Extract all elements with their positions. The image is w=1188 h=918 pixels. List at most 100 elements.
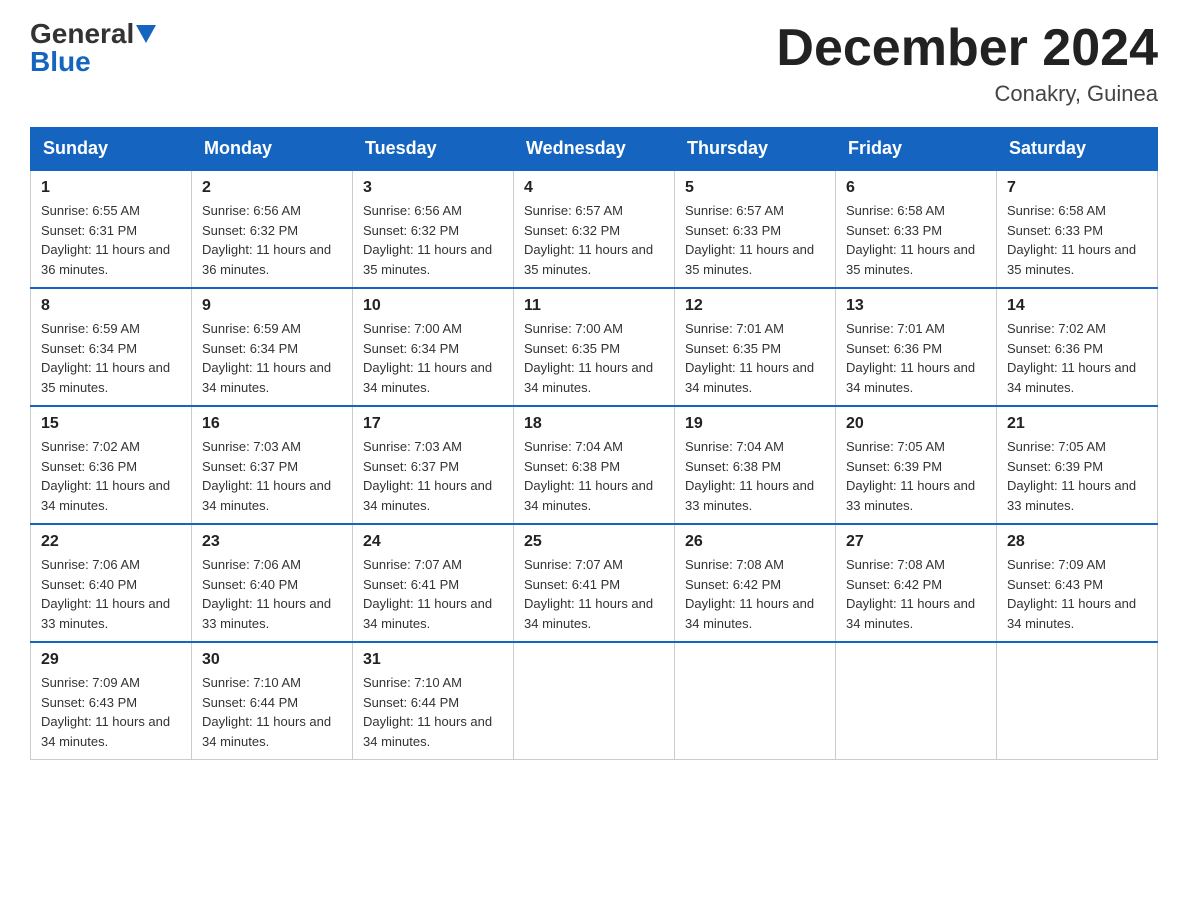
day-info: Sunrise: 6:59 AMSunset: 6:34 PMDaylight:…	[202, 321, 331, 395]
day-cell: 15 Sunrise: 7:02 AMSunset: 6:36 PMDaylig…	[31, 406, 192, 524]
day-info: Sunrise: 7:06 AMSunset: 6:40 PMDaylight:…	[202, 557, 331, 631]
day-number: 29	[41, 651, 181, 669]
day-cell: 20 Sunrise: 7:05 AMSunset: 6:39 PMDaylig…	[836, 406, 997, 524]
day-cell: 6 Sunrise: 6:58 AMSunset: 6:33 PMDayligh…	[836, 170, 997, 288]
day-number: 31	[363, 651, 503, 669]
day-info: Sunrise: 7:00 AMSunset: 6:34 PMDaylight:…	[363, 321, 492, 395]
day-info: Sunrise: 7:00 AMSunset: 6:35 PMDaylight:…	[524, 321, 653, 395]
day-cell: 4 Sunrise: 6:57 AMSunset: 6:32 PMDayligh…	[514, 170, 675, 288]
day-info: Sunrise: 7:05 AMSunset: 6:39 PMDaylight:…	[1007, 439, 1136, 513]
day-cell	[997, 642, 1158, 760]
day-number: 15	[41, 415, 181, 433]
day-number: 5	[685, 179, 825, 197]
day-cell: 18 Sunrise: 7:04 AMSunset: 6:38 PMDaylig…	[514, 406, 675, 524]
day-cell: 2 Sunrise: 6:56 AMSunset: 6:32 PMDayligh…	[192, 170, 353, 288]
day-number: 7	[1007, 179, 1147, 197]
title-section: December 2024 Conakry, Guinea	[776, 20, 1158, 107]
day-number: 18	[524, 415, 664, 433]
day-info: Sunrise: 6:55 AMSunset: 6:31 PMDaylight:…	[41, 203, 170, 277]
week-row-5: 29 Sunrise: 7:09 AMSunset: 6:43 PMDaylig…	[31, 642, 1158, 760]
col-header-monday: Monday	[192, 128, 353, 171]
day-cell: 22 Sunrise: 7:06 AMSunset: 6:40 PMDaylig…	[31, 524, 192, 642]
day-cell	[675, 642, 836, 760]
day-cell: 16 Sunrise: 7:03 AMSunset: 6:37 PMDaylig…	[192, 406, 353, 524]
day-info: Sunrise: 7:10 AMSunset: 6:44 PMDaylight:…	[363, 675, 492, 749]
day-number: 2	[202, 179, 342, 197]
day-cell: 10 Sunrise: 7:00 AMSunset: 6:34 PMDaylig…	[353, 288, 514, 406]
day-cell: 31 Sunrise: 7:10 AMSunset: 6:44 PMDaylig…	[353, 642, 514, 760]
day-info: Sunrise: 6:56 AMSunset: 6:32 PMDaylight:…	[363, 203, 492, 277]
day-number: 22	[41, 533, 181, 551]
day-cell: 29 Sunrise: 7:09 AMSunset: 6:43 PMDaylig…	[31, 642, 192, 760]
calendar-table: SundayMondayTuesdayWednesdayThursdayFrid…	[30, 127, 1158, 760]
day-number: 13	[846, 297, 986, 315]
day-info: Sunrise: 7:09 AMSunset: 6:43 PMDaylight:…	[1007, 557, 1136, 631]
logo-blue-text: Blue	[30, 48, 91, 76]
day-number: 26	[685, 533, 825, 551]
day-number: 23	[202, 533, 342, 551]
logo-triangle-icon	[136, 25, 156, 43]
col-header-saturday: Saturday	[997, 128, 1158, 171]
day-cell: 7 Sunrise: 6:58 AMSunset: 6:33 PMDayligh…	[997, 170, 1158, 288]
day-number: 11	[524, 297, 664, 315]
col-header-friday: Friday	[836, 128, 997, 171]
day-number: 3	[363, 179, 503, 197]
day-info: Sunrise: 7:07 AMSunset: 6:41 PMDaylight:…	[363, 557, 492, 631]
week-row-2: 8 Sunrise: 6:59 AMSunset: 6:34 PMDayligh…	[31, 288, 1158, 406]
week-row-3: 15 Sunrise: 7:02 AMSunset: 6:36 PMDaylig…	[31, 406, 1158, 524]
logo: General Blue	[30, 20, 156, 76]
day-cell: 11 Sunrise: 7:00 AMSunset: 6:35 PMDaylig…	[514, 288, 675, 406]
day-number: 21	[1007, 415, 1147, 433]
col-header-sunday: Sunday	[31, 128, 192, 171]
day-info: Sunrise: 7:09 AMSunset: 6:43 PMDaylight:…	[41, 675, 170, 749]
day-number: 25	[524, 533, 664, 551]
day-cell: 13 Sunrise: 7:01 AMSunset: 6:36 PMDaylig…	[836, 288, 997, 406]
header-row: SundayMondayTuesdayWednesdayThursdayFrid…	[31, 128, 1158, 171]
day-number: 9	[202, 297, 342, 315]
day-cell	[514, 642, 675, 760]
day-info: Sunrise: 6:56 AMSunset: 6:32 PMDaylight:…	[202, 203, 331, 277]
day-number: 19	[685, 415, 825, 433]
day-number: 6	[846, 179, 986, 197]
day-number: 17	[363, 415, 503, 433]
day-info: Sunrise: 7:08 AMSunset: 6:42 PMDaylight:…	[685, 557, 814, 631]
day-cell: 25 Sunrise: 7:07 AMSunset: 6:41 PMDaylig…	[514, 524, 675, 642]
day-info: Sunrise: 7:01 AMSunset: 6:35 PMDaylight:…	[685, 321, 814, 395]
day-cell: 23 Sunrise: 7:06 AMSunset: 6:40 PMDaylig…	[192, 524, 353, 642]
page-header: General Blue December 2024 Conakry, Guin…	[30, 20, 1158, 107]
day-cell: 27 Sunrise: 7:08 AMSunset: 6:42 PMDaylig…	[836, 524, 997, 642]
day-cell: 24 Sunrise: 7:07 AMSunset: 6:41 PMDaylig…	[353, 524, 514, 642]
day-cell: 5 Sunrise: 6:57 AMSunset: 6:33 PMDayligh…	[675, 170, 836, 288]
day-info: Sunrise: 7:10 AMSunset: 6:44 PMDaylight:…	[202, 675, 331, 749]
day-cell	[836, 642, 997, 760]
day-info: Sunrise: 7:01 AMSunset: 6:36 PMDaylight:…	[846, 321, 975, 395]
day-cell: 8 Sunrise: 6:59 AMSunset: 6:34 PMDayligh…	[31, 288, 192, 406]
day-info: Sunrise: 7:03 AMSunset: 6:37 PMDaylight:…	[202, 439, 331, 513]
day-number: 20	[846, 415, 986, 433]
day-cell: 14 Sunrise: 7:02 AMSunset: 6:36 PMDaylig…	[997, 288, 1158, 406]
day-cell: 19 Sunrise: 7:04 AMSunset: 6:38 PMDaylig…	[675, 406, 836, 524]
day-number: 8	[41, 297, 181, 315]
day-cell: 26 Sunrise: 7:08 AMSunset: 6:42 PMDaylig…	[675, 524, 836, 642]
week-row-4: 22 Sunrise: 7:06 AMSunset: 6:40 PMDaylig…	[31, 524, 1158, 642]
location-label: Conakry, Guinea	[776, 81, 1158, 107]
day-cell: 17 Sunrise: 7:03 AMSunset: 6:37 PMDaylig…	[353, 406, 514, 524]
day-cell: 1 Sunrise: 6:55 AMSunset: 6:31 PMDayligh…	[31, 170, 192, 288]
day-info: Sunrise: 6:58 AMSunset: 6:33 PMDaylight:…	[1007, 203, 1136, 277]
day-info: Sunrise: 7:08 AMSunset: 6:42 PMDaylight:…	[846, 557, 975, 631]
logo-general-text: General	[30, 20, 134, 48]
day-number: 28	[1007, 533, 1147, 551]
day-number: 27	[846, 533, 986, 551]
day-cell: 28 Sunrise: 7:09 AMSunset: 6:43 PMDaylig…	[997, 524, 1158, 642]
day-cell: 9 Sunrise: 6:59 AMSunset: 6:34 PMDayligh…	[192, 288, 353, 406]
day-number: 4	[524, 179, 664, 197]
day-number: 12	[685, 297, 825, 315]
day-number: 14	[1007, 297, 1147, 315]
day-info: Sunrise: 7:02 AMSunset: 6:36 PMDaylight:…	[41, 439, 170, 513]
day-number: 1	[41, 179, 181, 197]
day-info: Sunrise: 6:57 AMSunset: 6:32 PMDaylight:…	[524, 203, 653, 277]
day-info: Sunrise: 7:07 AMSunset: 6:41 PMDaylight:…	[524, 557, 653, 631]
day-cell: 30 Sunrise: 7:10 AMSunset: 6:44 PMDaylig…	[192, 642, 353, 760]
day-cell: 21 Sunrise: 7:05 AMSunset: 6:39 PMDaylig…	[997, 406, 1158, 524]
day-info: Sunrise: 7:04 AMSunset: 6:38 PMDaylight:…	[685, 439, 814, 513]
